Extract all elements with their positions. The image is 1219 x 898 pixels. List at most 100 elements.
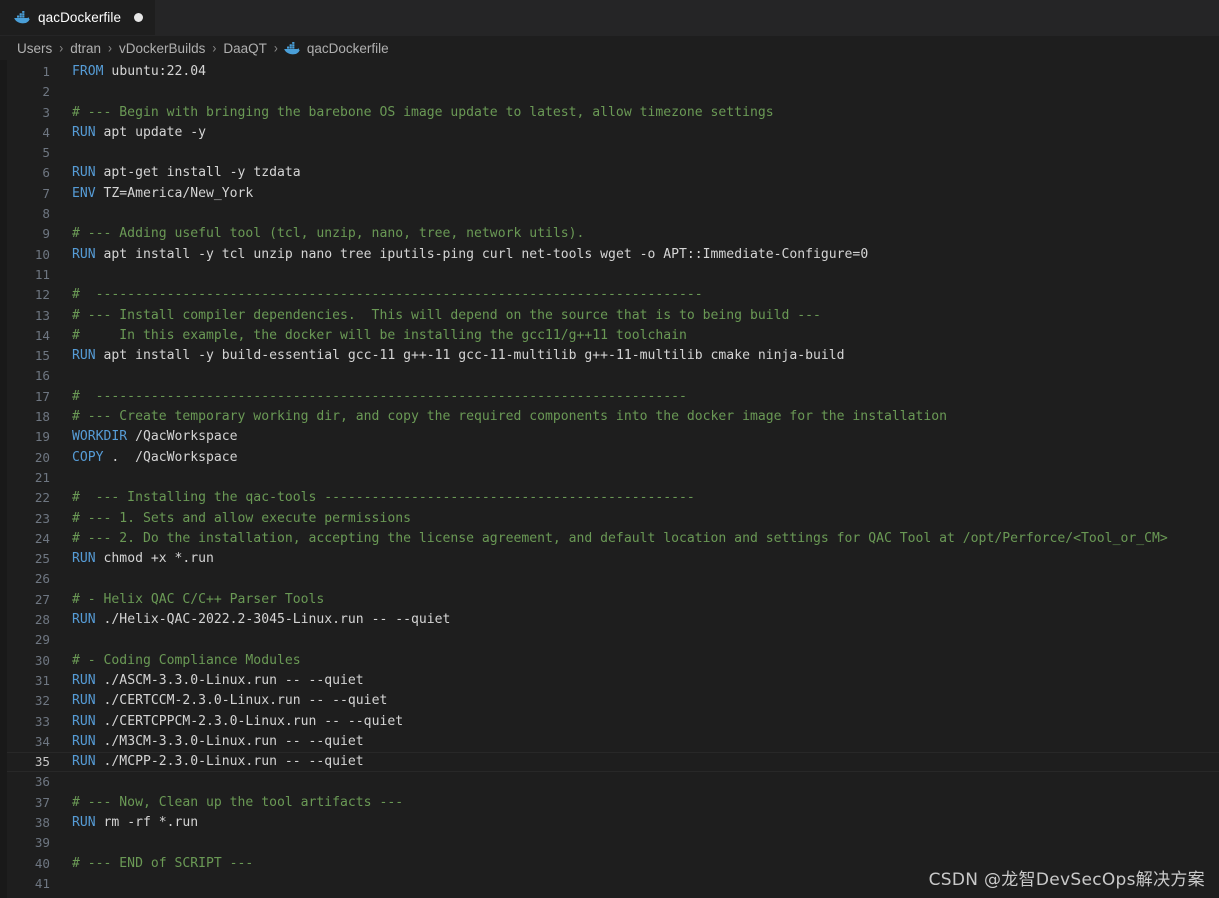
line-number: 16 (34, 368, 50, 384)
code-line[interactable]: 26 (0, 569, 1219, 589)
code-line[interactable]: 22 # --- Installing the qac-tools -------… (0, 488, 1219, 508)
breadcrumb-item-users[interactable]: Users (16, 41, 53, 56)
line-text: RUN ./CERTCPPCM-2.3.0-Linux.run -- --qui… (50, 712, 1219, 732)
tab-qacdockerfile[interactable]: qacDockerfile (0, 0, 156, 35)
line-number: 18 (34, 409, 50, 425)
code-line[interactable]: 16 (0, 366, 1219, 386)
comment-token: # --------------------------------------… (72, 388, 687, 404)
argument-text: ./CERTCCM-2.3.0-Linux.run -- --quiet (95, 693, 388, 709)
code-editor[interactable]: 1 FROM ubuntu:22.04 2 3 # --- Begin with bri… (0, 60, 1219, 898)
argument-text: TZ=America/New_York (95, 185, 254, 201)
code-line[interactable]: 30 # - Coding Compliance Modules (0, 651, 1219, 671)
line-text: # --- 1. Sets and allow execute permissi… (50, 509, 1219, 529)
line-text: # --- END of SCRIPT --- (50, 854, 1219, 874)
keyword-token: RUN (72, 348, 96, 364)
comment-token: # --- 2. Do the installation, accepting … (72, 530, 1168, 546)
line-text: COPY . /QacWorkspace (50, 448, 1219, 468)
code-line[interactable]: 25 RUN chmod +x *.run (0, 549, 1219, 569)
code-line[interactable]: 35 RUN ./MCPP-2.3.0-Linux.run -- --quiet (0, 752, 1219, 773)
code-line[interactable]: 32 RUN ./CERTCCM-2.3.0-Linux.run -- --qui… (0, 691, 1219, 711)
line-number: 37 (34, 794, 50, 810)
code-line[interactable]: 15 RUN apt install -y build-essential gcc… (0, 346, 1219, 366)
docker-whale-icon (14, 11, 31, 24)
line-number: 29 (34, 632, 50, 648)
code-line[interactable]: 1 FROM ubuntu:22.04 (0, 62, 1219, 82)
line-number: 10 (34, 246, 50, 262)
unsaved-changes-indicator[interactable] (134, 13, 144, 22)
code-line[interactable]: 40 # --- END of SCRIPT --- (0, 854, 1219, 874)
code-line[interactable]: 3 # --- Begin with bringing the barebone … (0, 103, 1219, 123)
code-line[interactable]: 41 (0, 874, 1219, 894)
code-line[interactable]: 31 RUN ./ASCM-3.3.0-Linux.run -- --quiet (0, 671, 1219, 691)
code-line[interactable]: 7 ENV TZ=America/New_York (0, 184, 1219, 204)
code-line[interactable]: 12 # ------------------------------------… (0, 285, 1219, 305)
docker-whale-icon (284, 41, 301, 55)
breadcrumb-file-label: qacDockerfile (306, 40, 389, 56)
comment-token: # --- Adding useful tool (tcl, unzip, na… (72, 226, 585, 242)
line-text: RUN apt install -y tcl unzip nano tree i… (50, 245, 1219, 265)
code-line[interactable]: 6 RUN apt-get install -y tzdata (0, 163, 1219, 183)
code-line[interactable]: 10 RUN apt install -y tcl unzip nano tree… (0, 245, 1219, 265)
line-text: # --------------------------------------… (50, 285, 1219, 305)
argument-text: apt update -y (95, 124, 207, 140)
code-line[interactable]: 33 RUN ./CERTCPPCM-2.3.0-Linux.run -- --q… (0, 712, 1219, 732)
comment-token: # --- 1. Sets and allow execute permissi… (72, 510, 411, 526)
code-line[interactable]: 11 (0, 265, 1219, 285)
comment-token: # --------------------------------------… (72, 287, 703, 303)
code-line[interactable]: 13 # --- Install compiler dependencies. T… (0, 306, 1219, 326)
keyword-token: RUN (72, 612, 96, 628)
line-text: ENV TZ=America/New_York (50, 184, 1219, 204)
line-number: 35 (34, 754, 50, 770)
code-line[interactable]: 38 RUN rm -rf *.run (0, 813, 1219, 833)
breadcrumb: Users › dtran › vDockerBuilds › DaaQT › … (0, 36, 1219, 60)
line-number: 4 (42, 124, 50, 140)
comment-token: # --- Install compiler dependencies. Thi… (72, 307, 821, 323)
code-line[interactable]: 5 (0, 143, 1219, 163)
line-text: RUN ./Helix-QAC-2022.2-3045-Linux.run --… (50, 610, 1219, 630)
code-line[interactable]: 14 # In this example, the docker will be … (0, 326, 1219, 346)
code-line[interactable]: 27 # - Helix QAC C/C++ Parser Tools (0, 590, 1219, 610)
code-line[interactable]: 9 # --- Adding useful tool (tcl, unzip, n… (0, 224, 1219, 244)
code-line[interactable]: 39 (0, 833, 1219, 853)
argument-text: ./M3CM-3.3.0-Linux.run -- --quiet (95, 733, 364, 749)
code-line[interactable]: 4 RUN apt update -y (0, 123, 1219, 143)
comment-token: # --- END of SCRIPT --- (72, 855, 254, 871)
keyword-token: RUN (72, 165, 96, 181)
line-text: RUN ./MCPP-2.3.0-Linux.run -- --quiet (50, 752, 1219, 772)
code-line[interactable]: 2 (0, 82, 1219, 102)
code-line[interactable]: 34 RUN ./M3CM-3.3.0-Linux.run -- --quiet (0, 732, 1219, 752)
code-line[interactable]: 21 (0, 468, 1219, 488)
line-text: # --- Now, Clean up the tool artifacts -… (50, 793, 1219, 813)
code-line[interactable]: 20 COPY . /QacWorkspace (0, 448, 1219, 468)
code-line[interactable]: 28 RUN ./Helix-QAC-2022.2-3045-Linux.run … (0, 610, 1219, 630)
code-line[interactable]: 8 (0, 204, 1219, 224)
code-line[interactable]: 19 WORKDIR /QacWorkspace (0, 427, 1219, 447)
breadcrumb-item-file[interactable]: qacDockerfile (284, 41, 389, 56)
chevron-right-icon: › (108, 39, 113, 57)
line-number: 30 (34, 652, 50, 668)
tab-label: qacDockerfile (38, 10, 122, 25)
keyword-token: RUN (72, 672, 96, 688)
keyword-token: RUN (72, 124, 96, 140)
line-number: 25 (34, 551, 50, 567)
code-line[interactable]: 37 # --- Now, Clean up the tool artifacts… (0, 793, 1219, 813)
code-line[interactable]: 18 # --- Create temporary working dir, an… (0, 407, 1219, 427)
code-line[interactable]: 29 (0, 630, 1219, 650)
line-number: 13 (34, 307, 50, 323)
keyword-token: COPY (72, 449, 104, 465)
line-text: RUN ./ASCM-3.3.0-Linux.run -- --quiet (50, 671, 1219, 691)
line-number: 22 (34, 490, 50, 506)
breadcrumb-item-vdockerbuilds[interactable]: vDockerBuilds (118, 41, 206, 56)
code-line[interactable]: 36 (0, 772, 1219, 792)
argument-text: ./ASCM-3.3.0-Linux.run -- --quiet (95, 672, 364, 688)
code-line[interactable]: 24 # --- 2. Do the installation, acceptin… (0, 529, 1219, 549)
breadcrumb-item-daaqt[interactable]: DaaQT (222, 41, 268, 56)
code-lines-container[interactable]: 1 FROM ubuntu:22.04 2 3 # --- Begin with bri… (0, 60, 1219, 894)
argument-text: apt install -y build-essential gcc-11 g+… (95, 348, 845, 364)
line-text: # - Helix QAC C/C++ Parser Tools (50, 590, 1219, 610)
line-number: 11 (34, 266, 50, 282)
breadcrumb-item-dtran[interactable]: dtran (69, 41, 102, 56)
code-line[interactable]: 17 # ------------------------------------… (0, 387, 1219, 407)
comment-token: # --- Installing the qac-tools ---------… (72, 490, 695, 506)
code-line[interactable]: 23 # --- 1. Sets and allow execute permis… (0, 509, 1219, 529)
